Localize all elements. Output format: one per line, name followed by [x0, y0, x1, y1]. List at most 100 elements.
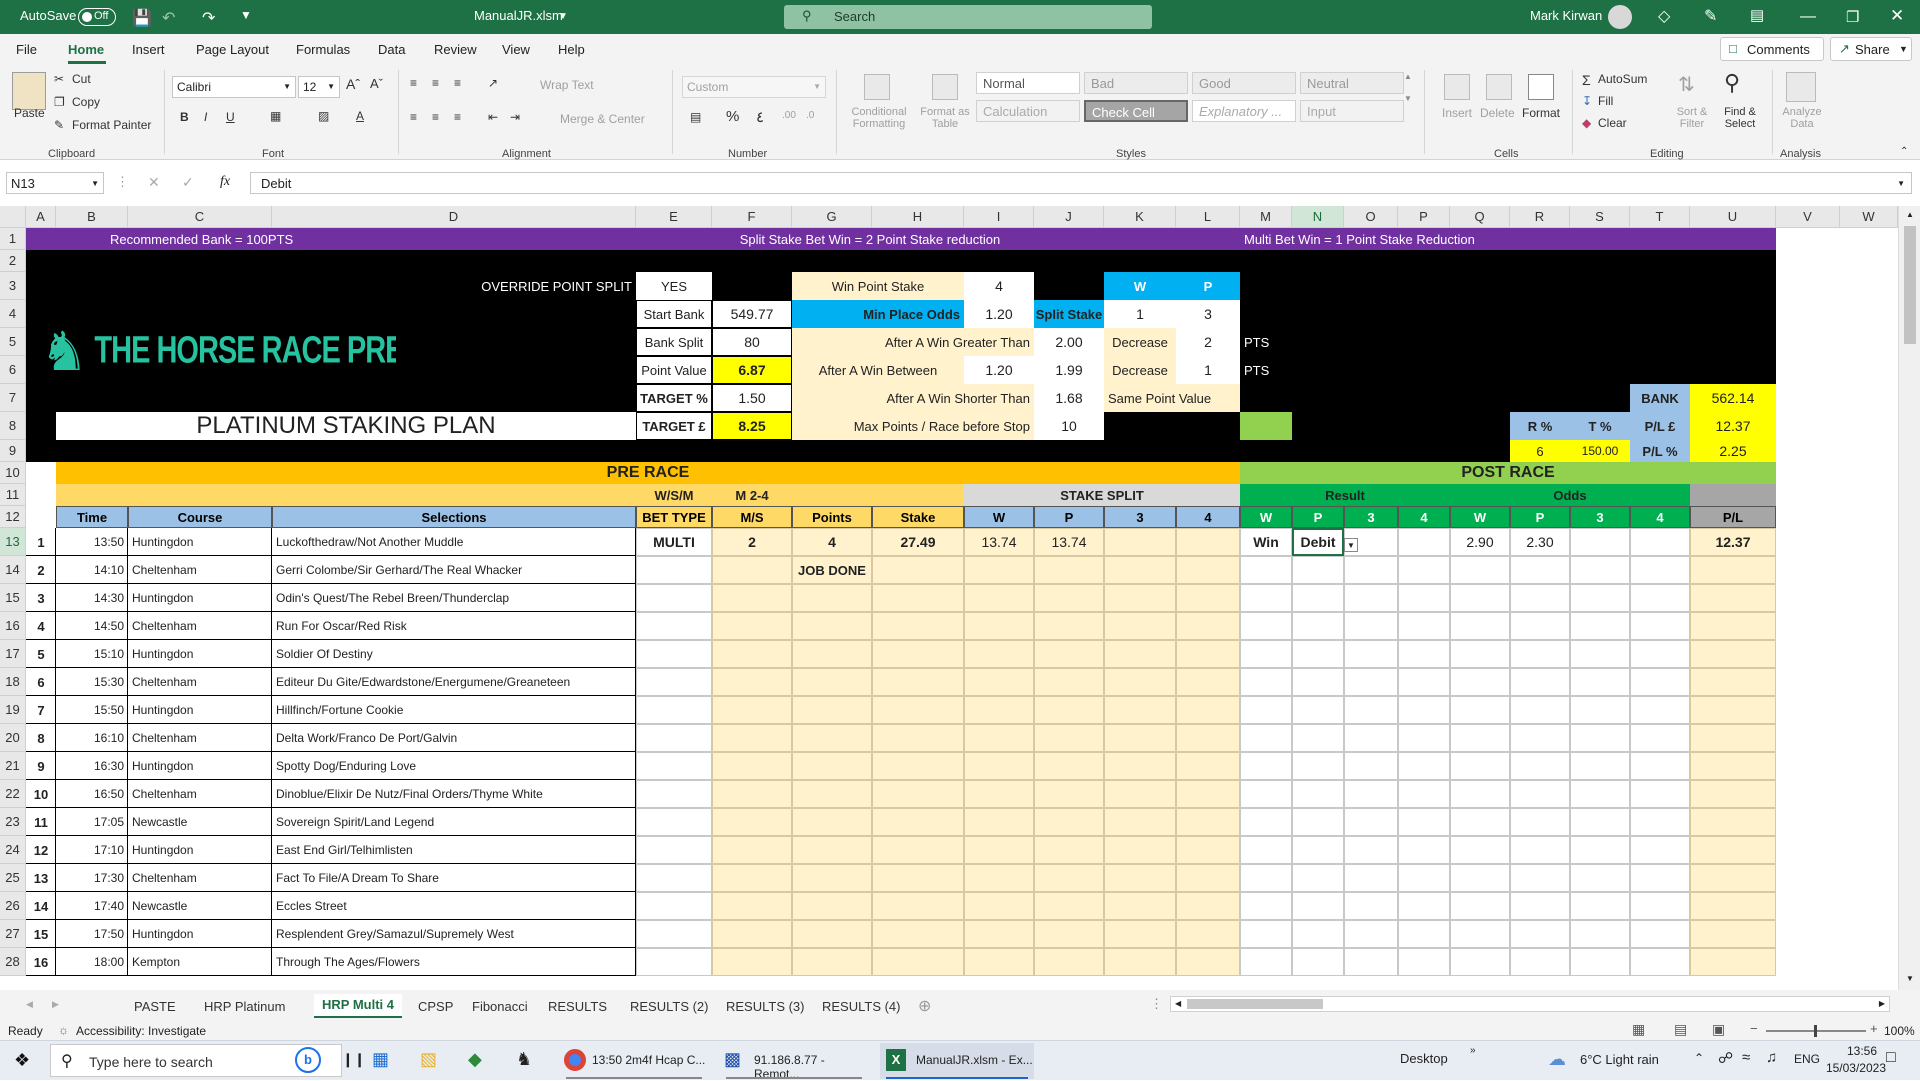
result-cell[interactable]	[1398, 584, 1450, 612]
style-input[interactable]: Input	[1300, 100, 1404, 122]
sheet-tab-cpsp[interactable]: CPSP	[418, 999, 453, 1014]
number-format-select[interactable]: Custom ▼	[682, 76, 826, 98]
entry-cell[interactable]	[1176, 836, 1240, 864]
result-cell[interactable]	[636, 556, 712, 584]
result-cell[interactable]	[636, 780, 712, 808]
entry-cell[interactable]	[712, 836, 792, 864]
entry-cell[interactable]	[1104, 752, 1176, 780]
result-cell[interactable]	[1630, 920, 1690, 948]
entry-cell[interactable]	[792, 808, 872, 836]
column-header-g[interactable]: G	[792, 206, 872, 228]
entry-cell[interactable]	[1034, 752, 1104, 780]
tab-page-layout[interactable]: Page Layout	[196, 42, 269, 57]
close-icon[interactable]: ✕	[1890, 6, 1904, 26]
result-cell[interactable]	[1344, 920, 1398, 948]
search-box[interactable]: ⚲ Search	[784, 5, 1152, 29]
entry-cell[interactable]	[712, 556, 792, 584]
row13-stake[interactable]: 27.49	[872, 528, 964, 556]
sheet-tab-results-3-[interactable]: RESULTS (3)	[726, 999, 805, 1014]
borders-icon[interactable]: ▦	[270, 109, 281, 123]
result-cell[interactable]	[1570, 640, 1630, 668]
analyze-data-button[interactable]: Analyze Data	[1780, 106, 1824, 130]
entry-cell[interactable]	[964, 920, 1034, 948]
result-cell[interactable]	[1630, 612, 1690, 640]
entry-cell[interactable]	[1176, 920, 1240, 948]
align-top-icon[interactable]: ≡	[410, 76, 417, 90]
entry-cell[interactable]	[712, 584, 792, 612]
customize-qat-icon[interactable]: ▼	[240, 8, 252, 22]
name-box[interactable]: N13 ▼	[6, 172, 104, 194]
pen-icon[interactable]: ✎	[1704, 6, 1717, 26]
split-w[interactable]: 1	[1104, 300, 1176, 328]
entry-cell[interactable]	[1034, 668, 1104, 696]
result-cell[interactable]	[1630, 752, 1690, 780]
row-header-13[interactable]: 13	[0, 528, 26, 556]
value-target-pct[interactable]: 1.50	[712, 384, 792, 412]
sheet-tab-hrp-platinum[interactable]: HRP Platinum	[204, 999, 285, 1014]
result-cell[interactable]	[1570, 892, 1630, 920]
sheet-tab-results-4-[interactable]: RESULTS (4)	[822, 999, 901, 1014]
windows-start-icon[interactable]: ❖	[14, 1050, 30, 1071]
row-header-25[interactable]: 25	[0, 864, 26, 892]
row13-res-w[interactable]: Win	[1240, 528, 1292, 556]
entry-cell[interactable]	[964, 724, 1034, 752]
entry-cell[interactable]	[1104, 920, 1176, 948]
result-cell[interactable]	[1398, 724, 1450, 752]
result-cell[interactable]	[636, 584, 712, 612]
entry-cell[interactable]	[1176, 556, 1240, 584]
entry-cell[interactable]	[1690, 612, 1776, 640]
entry-cell[interactable]	[712, 864, 792, 892]
row-header-6[interactable]: 6	[0, 356, 26, 384]
row-header-5[interactable]: 5	[0, 328, 26, 356]
entry-cell[interactable]	[872, 948, 964, 976]
entry-cell[interactable]	[964, 948, 1034, 976]
row-header-1[interactable]: 1	[0, 228, 26, 250]
entry-cell[interactable]	[1690, 780, 1776, 808]
save-icon[interactable]: 💾	[132, 8, 152, 28]
row-header-8[interactable]: 8	[0, 412, 26, 440]
between-low[interactable]: 1.20	[964, 356, 1034, 384]
entry-cell[interactable]	[1176, 584, 1240, 612]
result-cell[interactable]	[1344, 892, 1398, 920]
result-cell[interactable]	[1450, 892, 1510, 920]
result-cell[interactable]	[1240, 780, 1292, 808]
row-header-27[interactable]: 27	[0, 920, 26, 948]
entry-cell[interactable]	[872, 724, 964, 752]
wifi-icon[interactable]: ≈	[1742, 1049, 1750, 1066]
next-sheet-icon[interactable]: ▶	[52, 999, 59, 1010]
result-cell[interactable]	[1240, 612, 1292, 640]
result-cell[interactable]	[1240, 724, 1292, 752]
result-cell[interactable]	[636, 808, 712, 836]
entry-cell[interactable]	[1104, 528, 1176, 556]
entry-cell[interactable]	[1690, 640, 1776, 668]
entry-cell[interactable]	[1176, 892, 1240, 920]
font-size-select[interactable]: 12 ▼	[298, 76, 340, 98]
column-header-t[interactable]: T	[1630, 206, 1690, 228]
currency-icon[interactable]: ▤	[690, 110, 701, 124]
copy-button[interactable]: Copy	[72, 95, 100, 109]
split-p[interactable]: 3	[1176, 300, 1240, 328]
entry-cell[interactable]	[1176, 696, 1240, 724]
result-cell[interactable]	[1344, 864, 1398, 892]
entry-cell[interactable]	[1176, 640, 1240, 668]
undo-icon[interactable]: ↶	[162, 8, 175, 28]
result-cell[interactable]	[1450, 836, 1510, 864]
bing-icon[interactable]: b	[295, 1047, 321, 1073]
column-header-l[interactable]: L	[1176, 206, 1240, 228]
result-cell[interactable]	[1344, 724, 1398, 752]
entry-cell[interactable]	[964, 668, 1034, 696]
task-view-icon[interactable]: ❙❙	[342, 1051, 365, 1068]
fill-color-icon[interactable]: ▨	[318, 109, 329, 123]
enter-icon[interactable]: ✓	[182, 174, 194, 191]
result-cell[interactable]	[636, 892, 712, 920]
result-cell[interactable]	[1398, 864, 1450, 892]
entry-cell[interactable]	[792, 836, 872, 864]
autosave-toggle[interactable]: Off	[78, 8, 116, 26]
column-header-e[interactable]: E	[636, 206, 712, 228]
result-cell[interactable]	[636, 864, 712, 892]
column-header-c[interactable]: C	[128, 206, 272, 228]
select-all-corner[interactable]	[0, 206, 26, 228]
style-good[interactable]: Good	[1192, 72, 1296, 94]
result-cell[interactable]	[636, 836, 712, 864]
entry-cell[interactable]	[1034, 864, 1104, 892]
